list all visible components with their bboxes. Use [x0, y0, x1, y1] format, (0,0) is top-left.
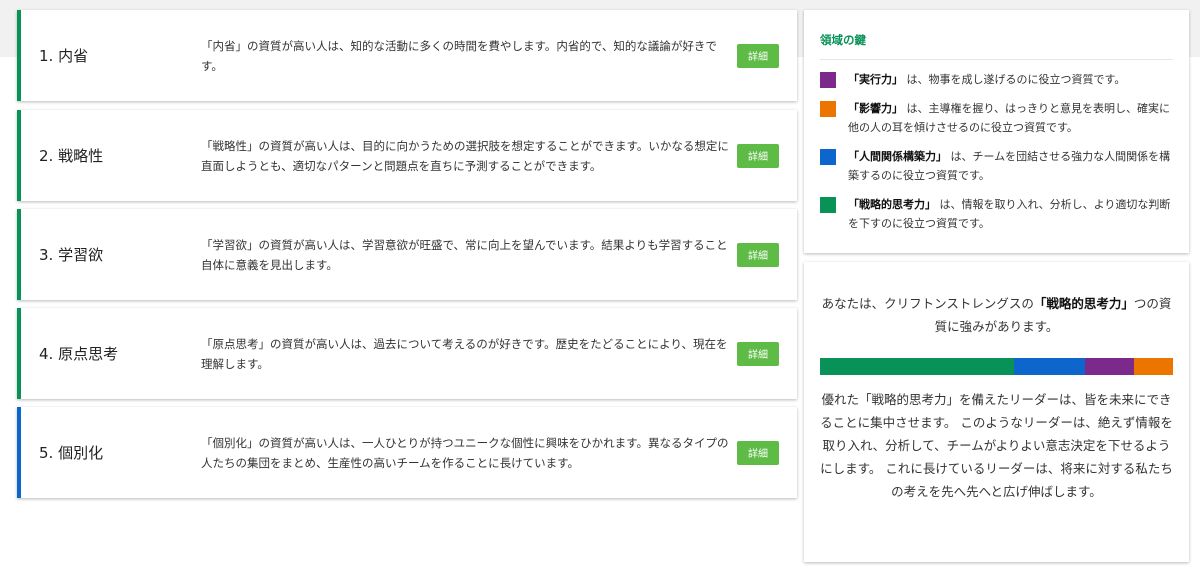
- theme-name: 5. 個別化: [39, 444, 104, 462]
- summary-domain: 「戦略的思考力」: [1033, 296, 1134, 311]
- detail-button[interactable]: 詳細: [737, 43, 779, 68]
- theme-card-2: 2. 戦略性 「戦略性」の資質が高い人は、目的に向かうための選択肢を想定すること…: [17, 110, 797, 201]
- key-label: 「戦略的思考力」: [848, 198, 936, 211]
- theme-description: 「戦略性」の資質が高い人は、目的に向かうための選択肢を想定することができます。い…: [201, 138, 729, 173]
- relationship-swatch: [820, 149, 836, 165]
- distribution-segment-1: [820, 358, 1015, 375]
- theme-description: 「個別化」の資質が高い人は、一人ひとりが持つユニークな個性に興味をひかれます。異…: [201, 435, 729, 470]
- theme-card-3: 3. 学習欲 「学習欲」の資質が高い人は、学習意欲が旺盛で、常に向上を望んでいま…: [17, 209, 797, 300]
- detail-button[interactable]: 詳細: [737, 242, 779, 267]
- domain-key-title: 領域の鍵: [820, 10, 1173, 60]
- executing-swatch: [820, 72, 836, 88]
- key-label: 「影響力」: [848, 102, 903, 115]
- key-item-executing: 「実行力」 は、物事を成し遂げるのに役立つ資質です。: [820, 70, 1173, 89]
- detail-button[interactable]: 詳細: [737, 440, 779, 465]
- distribution-segment-4: [1134, 358, 1173, 375]
- key-label: 「人間関係構築力」: [848, 150, 947, 163]
- strength-summary-panel: あなたは、クリフトンストレングスの「戦略的思考力」つの資質に強みがあります。 優…: [804, 262, 1189, 562]
- summary-body: 優れた「戦略的思考力」を備えたリーダーは、皆を未来にできることに集中させます。 …: [820, 392, 1173, 499]
- summary-headline: あなたは、クリフトンストレングスの「戦略的思考力」つの資質に強みがあります。: [821, 296, 1172, 334]
- strategic-swatch: [820, 197, 836, 213]
- domain-key-panel: 領域の鍵 「実行力」 は、物事を成し遂げるのに役立つ資質です。 「影響力」 は、…: [804, 10, 1189, 253]
- theme-description: 「原点思考」の資質が高い人は、過去について考えるのが好きです。歴史をたどることに…: [201, 336, 728, 371]
- theme-name: 1. 内省: [39, 47, 89, 65]
- key-item-relationship: 「人間関係構築力」 は、チームを団結させる強力な人間関係を構築するのに役立つ資質…: [820, 147, 1173, 185]
- theme-card-4: 4. 原点思考 「原点思考」の資質が高い人は、過去について考えるのが好きです。歴…: [17, 308, 797, 399]
- distribution-segment-3: [1084, 358, 1135, 375]
- distribution-segment-2: [1014, 358, 1085, 375]
- detail-button[interactable]: 詳細: [737, 341, 779, 366]
- key-item-influencing: 「影響力」 は、主導権を握り、はっきりと意見を表明し、確実に他の人の耳を傾けさせ…: [820, 99, 1173, 137]
- detail-button[interactable]: 詳細: [737, 143, 779, 168]
- theme-name: 2. 戦略性: [39, 147, 104, 165]
- key-item-strategic: 「戦略的思考力」 は、情報を取り入れ、分析し、より適切な判断を下すのに役立つ資質…: [820, 195, 1173, 233]
- key-label: 「実行力」: [848, 73, 903, 86]
- key-text: は、物事を成し遂げるのに役立つ資質です。: [906, 73, 1126, 86]
- theme-card-5: 5. 個別化 「個別化」の資質が高い人は、一人ひとりが持つユニークな個性に興味を…: [17, 407, 797, 498]
- theme-name: 4. 原点思考: [39, 345, 119, 363]
- domain-distribution-bar: [820, 358, 1173, 375]
- theme-name: 3. 学習欲: [39, 246, 104, 264]
- theme-card-1: 1. 内省 「内省」の資質が高い人は、知的な活動に多くの時間を費やします。内省的…: [17, 10, 797, 101]
- theme-description: 「学習欲」の資質が高い人は、学習意欲が旺盛で、常に向上を望んでいます。結果よりも…: [201, 237, 728, 272]
- theme-description: 「内省」の資質が高い人は、知的な活動に多くの時間を費やします。内省的で、知的な議…: [201, 38, 717, 73]
- influencing-swatch: [820, 101, 836, 117]
